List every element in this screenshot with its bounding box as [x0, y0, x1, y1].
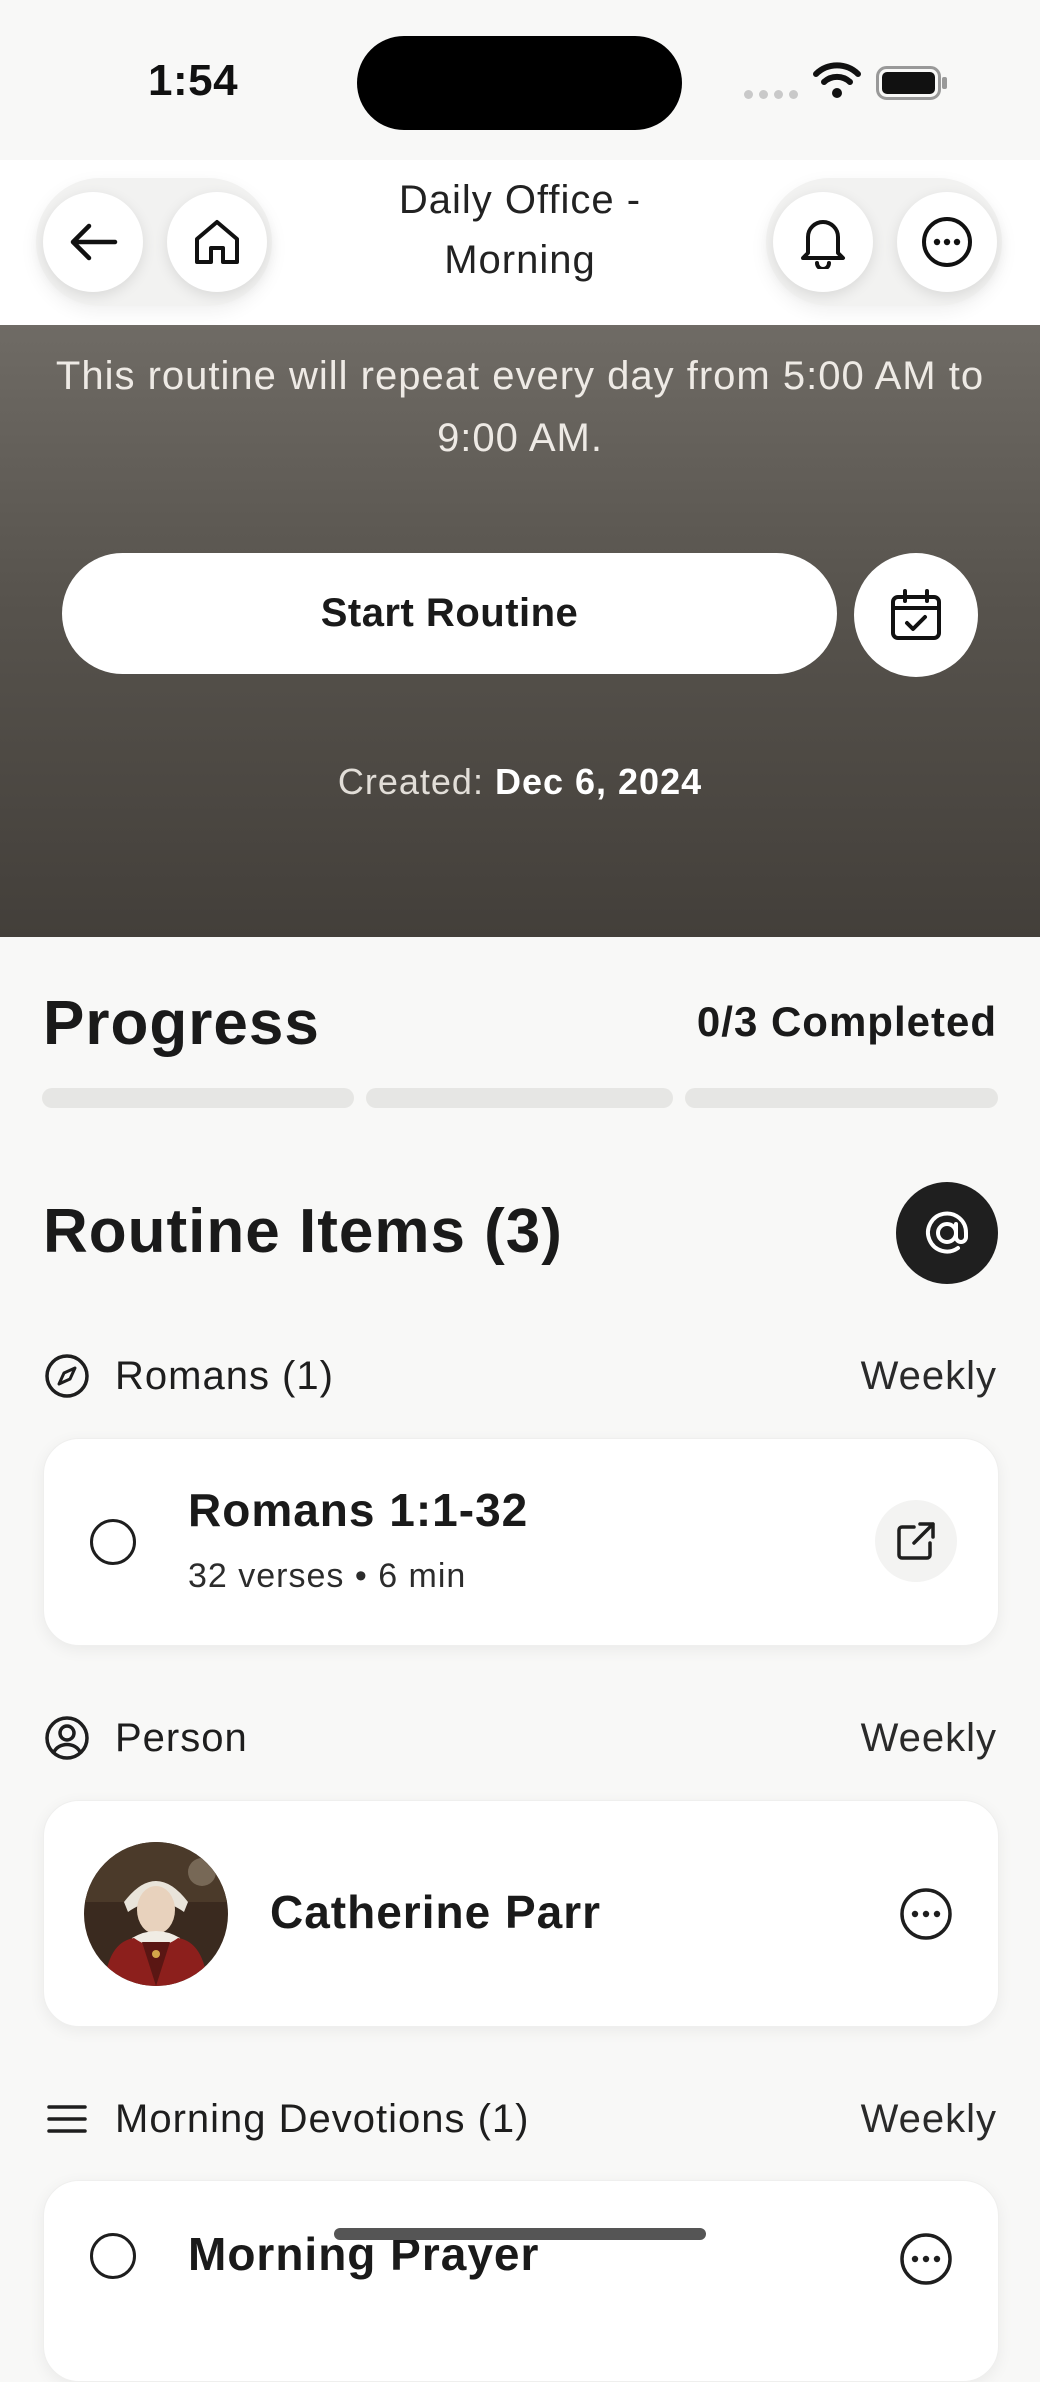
group-header-romans: Romans (1) Weekly [43, 1348, 997, 1404]
list-icon [43, 2095, 91, 2143]
person-name: Catherine Parr [270, 1886, 602, 1938]
page-title: Daily Office - Morning [398, 178, 642, 282]
avatar [84, 1842, 228, 1986]
home-icon [195, 220, 239, 264]
bell-icon [801, 220, 845, 269]
nav-button-group [36, 178, 272, 306]
more-options-button[interactable] [897, 192, 997, 292]
home-indicator [334, 2228, 706, 2240]
group-name: Morning Devotions (1) [115, 2096, 530, 2141]
routine-description: This routine will repeat every day from … [55, 354, 985, 460]
group-header-morning-devotions: Morning Devotions (1) Weekly [43, 2091, 997, 2147]
progress-count: 0/3 Completed [696, 998, 997, 1045]
calendar-check-icon [891, 589, 941, 640]
routine-item-card[interactable]: Morning Prayer [43, 2180, 999, 2382]
open-item-button[interactable] [875, 1500, 957, 1582]
action-button-group [766, 178, 1002, 306]
mention-button[interactable] [896, 1182, 998, 1284]
more-icon [900, 2233, 952, 2285]
item-checkbox[interactable] [90, 2233, 136, 2279]
more-icon [922, 217, 972, 267]
start-routine-button[interactable]: Start Routine [62, 553, 837, 674]
dynamic-island [357, 36, 682, 130]
compass-icon [43, 1352, 91, 1400]
routine-hero: This routine will repeat every day from … [0, 325, 1040, 937]
status-time: 1:54 [148, 56, 239, 105]
progress-segment [366, 1088, 673, 1108]
schedule-button[interactable] [854, 553, 978, 677]
group-name: Person [115, 1715, 248, 1760]
group-frequency: Weekly [860, 1715, 997, 1760]
routine-items-title: Routine Items (3) [43, 1197, 563, 1266]
group-name: Romans (1) [115, 1353, 334, 1398]
item-more-button[interactable] [898, 2231, 954, 2287]
back-button[interactable] [43, 192, 143, 292]
created-value: Dec 6, 2024 [494, 761, 703, 802]
created-label: Created: [337, 761, 484, 802]
group-frequency: Weekly [860, 1353, 997, 1398]
progress-segment [685, 1088, 998, 1108]
notifications-button[interactable] [773, 192, 873, 292]
user-circle-icon [43, 1714, 91, 1762]
item-subtitle: 32 verses • 6 min [188, 1557, 467, 1595]
group-header-person: Person Weekly [43, 1710, 997, 1766]
created-date: Created: Dec 6, 2024 [0, 761, 1040, 803]
at-sign-icon [926, 1211, 969, 1254]
top-bar: Daily Office - Morning [0, 160, 1040, 325]
arrow-left-icon [70, 223, 118, 261]
routine-item-card[interactable]: Romans 1:1-32 32 verses • 6 min [43, 1438, 999, 1646]
signal-icon [744, 90, 798, 99]
group-frequency: Weekly [860, 2096, 997, 2141]
home-button[interactable] [167, 192, 267, 292]
wifi-icon [813, 62, 861, 98]
progress-segment [42, 1088, 354, 1108]
person-more-button[interactable] [898, 1886, 954, 1942]
item-checkbox[interactable] [90, 1519, 136, 1565]
more-icon [900, 1888, 952, 1940]
person-card[interactable]: Catherine Parr [43, 1800, 999, 2027]
battery-icon [876, 66, 947, 100]
progress-title: Progress [43, 989, 320, 1058]
external-link-icon [897, 1522, 935, 1560]
item-title: Romans 1:1-32 [188, 1484, 529, 1536]
